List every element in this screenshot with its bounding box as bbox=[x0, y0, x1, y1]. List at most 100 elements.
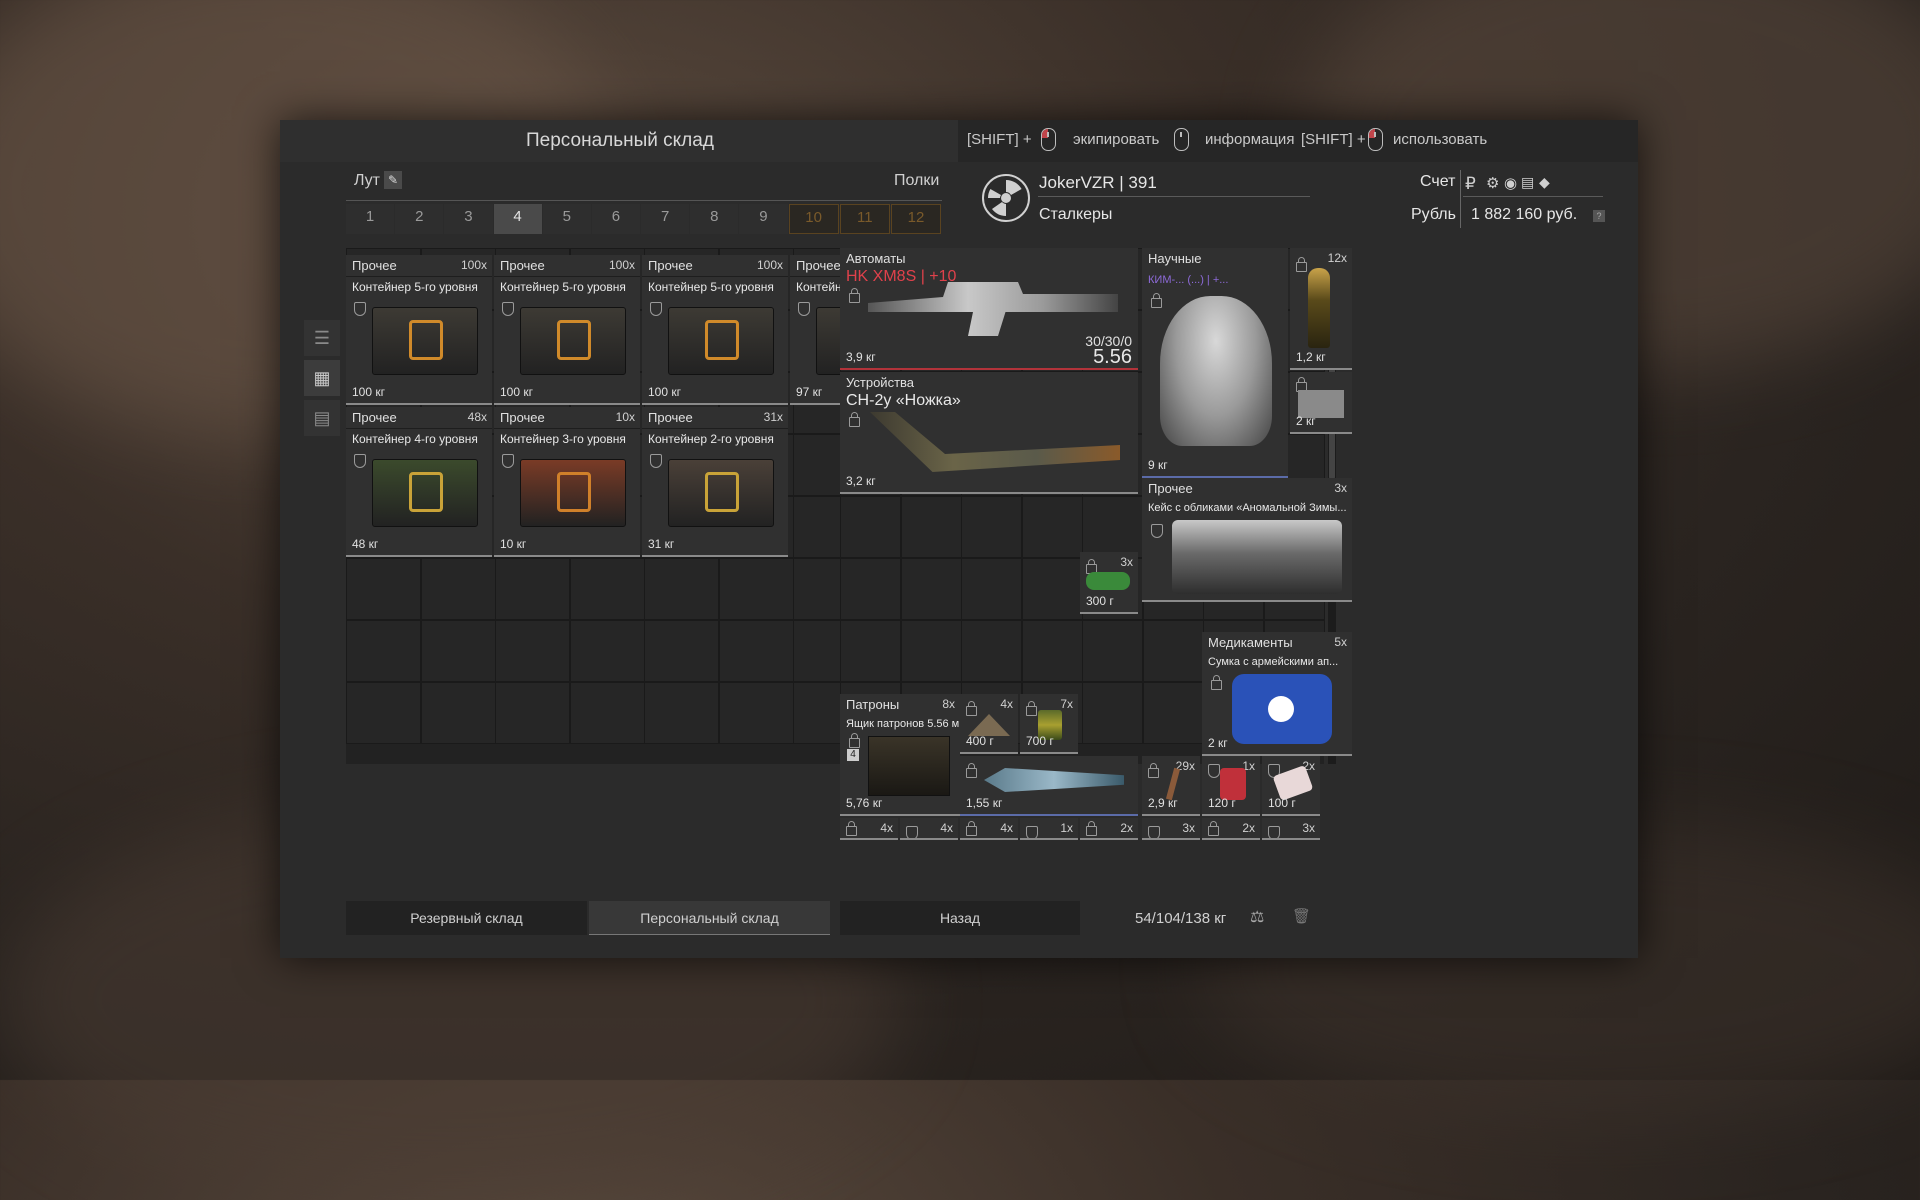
item-category: Прочее bbox=[648, 410, 693, 425]
reserve-storage-button[interactable]: Резервный склад bbox=[346, 901, 587, 935]
device-name: СН-2у «Ножка» bbox=[846, 392, 961, 409]
left-header: Персональный склад bbox=[280, 120, 958, 162]
shelf-tab[interactable]: 6 bbox=[591, 204, 641, 234]
storage-item[interactable]: Прочее 100x Контейнер 5-го уровня 100 кг bbox=[346, 255, 492, 405]
shelf-tab[interactable]: 2 bbox=[395, 204, 444, 234]
item-count: 1x bbox=[1060, 821, 1073, 835]
grid-view-button[interactable]: ▦ bbox=[304, 360, 340, 396]
bottle-slot[interactable]: 12x 1,2 кг bbox=[1290, 248, 1352, 370]
item-weight: 120 г bbox=[1208, 796, 1236, 810]
partial-item-slot[interactable]: 4x bbox=[900, 818, 958, 840]
grid-cell bbox=[495, 558, 570, 620]
trash-icon[interactable]: 🗑 bbox=[1292, 907, 1311, 925]
small-item-slot[interactable]: 3x 300 г bbox=[1080, 552, 1138, 614]
item-count: 3x bbox=[1302, 821, 1315, 835]
grid-cell bbox=[644, 558, 719, 620]
item-name: Сумка с армейскими ап... bbox=[1208, 656, 1339, 668]
archive-button[interactable]: ▤ bbox=[304, 400, 340, 436]
item-weight: 10 кг bbox=[500, 537, 527, 551]
shelf-tab-active[interactable]: 4 bbox=[493, 204, 542, 234]
item-category: Патроны bbox=[846, 697, 900, 712]
gear-currency-icon[interactable]: ⚙ bbox=[1486, 174, 1499, 192]
back-button[interactable]: Назад bbox=[840, 901, 1080, 935]
grid-cell bbox=[569, 682, 645, 744]
shelf-tab[interactable]: 3 bbox=[444, 204, 493, 234]
storage-item[interactable]: Прочее 100x Контейнер 5-го уровня 100 кг bbox=[642, 255, 788, 405]
hint-equip-key: [SHIFT] + bbox=[967, 131, 1032, 148]
case-image bbox=[1172, 520, 1342, 594]
crate-image bbox=[520, 307, 626, 375]
jar-slot[interactable]: 1x 120 г bbox=[1202, 756, 1260, 816]
shelf-tabs: 1 2 3 4 5 6 7 8 9 10 11 12 bbox=[346, 200, 942, 234]
lock-icon bbox=[849, 733, 860, 748]
shelf-tab[interactable]: 8 bbox=[690, 204, 739, 234]
medkit-slot[interactable]: Медикаменты 5x Сумка с армейскими ап... 2 к… bbox=[1202, 632, 1352, 756]
item-weight: 2,9 кг bbox=[1148, 796, 1178, 810]
shield-icon bbox=[798, 302, 810, 316]
item-category: Научные bbox=[1148, 251, 1202, 266]
can-slot[interactable]: 7x 700 г bbox=[1020, 694, 1078, 754]
weapon-slot[interactable]: Автоматы HK XM8S | +10 30/30/0 5.56 3,9 кг bbox=[840, 248, 1138, 370]
item-category: Автоматы bbox=[846, 251, 906, 266]
shield-icon bbox=[1148, 826, 1160, 838]
item-count: 3x bbox=[1182, 821, 1195, 835]
grid-cell bbox=[900, 620, 962, 682]
storage-item[interactable]: Прочее 48x Контейнер 4-го уровня 48 кг bbox=[346, 407, 492, 557]
sort-list-button[interactable]: ☰ bbox=[304, 320, 340, 356]
ammo-box-slot[interactable]: Патроны 8x Ящик патронов 5.56 мм... 4 5,76 к… bbox=[840, 694, 960, 816]
case-slot[interactable]: Прочее 3x Кейс с обликами «Аномальной Зимы… bbox=[1142, 478, 1352, 602]
storage-sidebar: ☰ ▦ ▤ bbox=[304, 320, 340, 440]
shield-icon bbox=[650, 454, 662, 468]
divider bbox=[642, 276, 788, 277]
grid-cell bbox=[961, 558, 1022, 620]
item-count: 4x bbox=[1000, 821, 1013, 835]
item-category: Прочее bbox=[500, 258, 545, 273]
partial-item-slot[interactable]: 3x bbox=[1142, 818, 1200, 840]
personal-storage-button[interactable]: Персональный склад bbox=[589, 901, 830, 935]
grid-cell bbox=[718, 620, 794, 682]
inventory-window: Персональный склад [SHIFT] + экипировать… bbox=[280, 120, 1638, 958]
cash-icon[interactable]: ▤ bbox=[1521, 174, 1534, 191]
partial-item-slot[interactable]: 1x bbox=[1020, 818, 1078, 840]
device-slot[interactable]: Устройства СН-2у «Ножка» 3,2 кг bbox=[840, 372, 1138, 494]
shield-icon bbox=[354, 454, 366, 468]
grey-item-slot[interactable]: 2 кг bbox=[1290, 372, 1352, 434]
item-weight: 100 кг bbox=[500, 385, 533, 399]
divider bbox=[642, 428, 788, 429]
pills-slot[interactable]: 2x 100 г bbox=[1262, 756, 1320, 816]
tent-slot[interactable]: 4x 400 г bbox=[960, 694, 1018, 754]
ruble-icon[interactable]: ₽ bbox=[1465, 174, 1476, 194]
shelf-tab-locked[interactable]: 11 bbox=[839, 204, 890, 234]
info-icon[interactable]: ? bbox=[1593, 210, 1605, 222]
shelf-tab[interactable]: 5 bbox=[542, 204, 591, 234]
storage-item[interactable]: Прочее 31x Контейнер 2-го уровня 31 кг bbox=[642, 407, 788, 557]
lock-icon bbox=[1086, 821, 1097, 836]
stick-slot[interactable]: 29x 2,9 кг bbox=[1142, 756, 1200, 816]
item-count: 100x bbox=[608, 258, 635, 272]
knife-slot[interactable]: 1,55 кг bbox=[960, 756, 1138, 816]
partial-item-slot[interactable]: 2x bbox=[1202, 818, 1260, 840]
shelf-tab[interactable]: 9 bbox=[739, 204, 788, 234]
faction-emblem bbox=[982, 174, 1030, 222]
shield-icon bbox=[502, 302, 514, 316]
grid-cell bbox=[346, 682, 421, 744]
edit-icon[interactable]: ✎ bbox=[384, 171, 402, 189]
item-name: Контейнер 3-го уровня bbox=[500, 432, 626, 446]
suit-slot[interactable]: Научные КИМ-... (...) | +... 9 кг bbox=[1142, 248, 1288, 478]
coin-icon[interactable]: ◉ bbox=[1504, 174, 1517, 192]
shelf-tab-locked[interactable]: 12 bbox=[890, 204, 942, 234]
storage-item[interactable]: Прочее 100x Контейнер 5-го уровня 100 кг bbox=[494, 255, 640, 405]
shelf-tab[interactable]: 7 bbox=[641, 204, 690, 234]
player-group: Сталкеры bbox=[1039, 206, 1113, 223]
mouse-left-icon bbox=[1041, 128, 1056, 151]
token-icon[interactable]: ◆ bbox=[1539, 174, 1550, 191]
partial-item-slot[interactable]: 4x bbox=[840, 818, 898, 840]
partial-item-slot[interactable]: 2x bbox=[1080, 818, 1138, 840]
divider bbox=[1463, 196, 1603, 197]
shelf-tab[interactable]: 1 bbox=[346, 204, 395, 234]
shelf-tab-locked[interactable]: 10 bbox=[788, 204, 839, 234]
lock-icon bbox=[1208, 821, 1219, 836]
partial-item-slot[interactable]: 4x bbox=[960, 818, 1018, 840]
partial-item-slot[interactable]: 3x bbox=[1262, 818, 1320, 840]
storage-item[interactable]: Прочее 10x Контейнер 3-го уровня 10 кг bbox=[494, 407, 640, 557]
